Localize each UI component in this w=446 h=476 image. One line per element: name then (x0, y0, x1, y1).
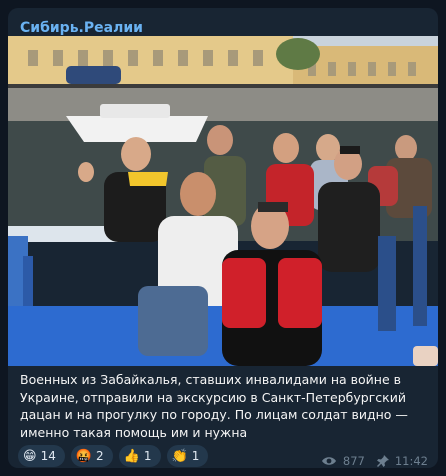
angry-emoji-icon: 🤬 (75, 448, 93, 464)
reaction-clap[interactable]: 👏 1 (166, 445, 209, 467)
channel-post: Сибирь.Реалии Военных из Забайкалья, ста… (8, 8, 438, 468)
post-photo[interactable] (8, 36, 438, 366)
views-count: 877 (342, 454, 365, 468)
photo-illustration (8, 36, 438, 366)
reaction-angry[interactable]: 🤬 2 (70, 445, 113, 467)
reaction-count: 1 (191, 449, 200, 463)
reaction-grin[interactable]: 😁 14 (18, 445, 65, 467)
pin-icon (376, 455, 389, 467)
post-time: 11:42 (394, 454, 428, 468)
reaction-thumbs-up[interactable]: 👍 1 (118, 445, 161, 467)
thumbs-up-emoji-icon: 👍 (123, 448, 140, 464)
clap-emoji-icon: 👏 (171, 448, 188, 464)
post-meta: 877 11:42 (321, 454, 428, 468)
reaction-count: 14 (40, 449, 56, 463)
reaction-count: 2 (96, 449, 104, 463)
eye-icon (321, 457, 336, 465)
reactions-bar: 😁 14 🤬 2 👍 1 👏 1 (18, 445, 209, 467)
grin-emoji-icon: 😁 (23, 448, 37, 464)
post-caption: Военных из Забайкалья, ставших инвалидам… (20, 372, 408, 440)
channel-name[interactable]: Сибирь.Реалии (20, 20, 143, 36)
reaction-count: 1 (143, 449, 152, 463)
